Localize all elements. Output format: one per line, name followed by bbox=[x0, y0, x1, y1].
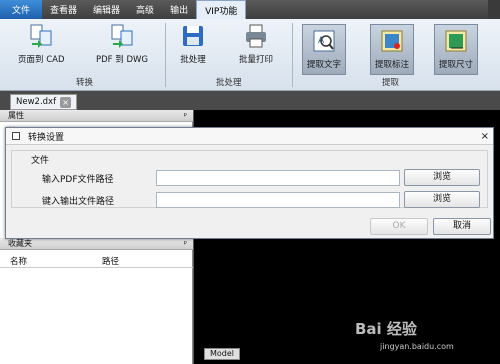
menu-vip[interactable]: VIP功能 bbox=[196, 0, 247, 19]
close-icon[interactable]: × bbox=[481, 131, 489, 142]
favorites-panel-title: 收藏夹 bbox=[8, 239, 32, 248]
document-tab-strip: New2.dxf × bbox=[0, 91, 500, 110]
group-label-convert: 转换 bbox=[76, 78, 94, 88]
extract-text-button[interactable]: A 提取文字 bbox=[302, 24, 347, 75]
extract-text-label: 提取文字 bbox=[307, 60, 342, 70]
column-header-name[interactable]: 名称 bbox=[10, 255, 27, 267]
dialog-title: 转换设置 bbox=[28, 132, 65, 143]
file-group-title: 文件 bbox=[29, 153, 52, 166]
input-pdf-label: 输入PDF文件路径 bbox=[42, 175, 114, 185]
menu-file[interactable]: 文件 bbox=[0, 0, 43, 19]
extract-text-icon: A bbox=[313, 30, 335, 52]
menu-viewer[interactable]: 查看器 bbox=[42, 0, 85, 19]
extract-annotation-button[interactable]: 提取标注 bbox=[370, 24, 415, 75]
batch-print-button[interactable]: 批量打印 bbox=[239, 23, 273, 65]
batch-process-label: 批处理 bbox=[180, 55, 206, 65]
page-to-cad-icon bbox=[30, 24, 52, 48]
extract-annotation-label: 提取标注 bbox=[375, 60, 410, 70]
watermark-url: jingyan.baidu.com bbox=[380, 342, 454, 351]
extract-size-button[interactable]: 提取尺寸 bbox=[434, 24, 479, 75]
group-separator bbox=[292, 23, 293, 87]
pin-icon[interactable]: ᵖ bbox=[184, 238, 187, 250]
batch-print-label: 批量打印 bbox=[239, 55, 274, 65]
extract-annotation-icon bbox=[381, 30, 403, 52]
menubar-end bbox=[488, 0, 500, 19]
favorites-panel-header: 收藏夹 ᵖ bbox=[0, 238, 193, 250]
pin-icon[interactable]: ᵖ bbox=[184, 110, 187, 122]
menu-bar: 文件 查看器 编辑器 高级 输出 VIP功能 bbox=[0, 0, 500, 19]
header-divider bbox=[0, 267, 193, 268]
properties-panel-header: 属性 ᵖ bbox=[0, 110, 193, 122]
batch-process-button[interactable]: 批处理 bbox=[180, 23, 206, 65]
output-path-label: 键入输出文件路径 bbox=[42, 197, 115, 207]
extract-size-icon bbox=[445, 30, 467, 52]
column-header-path[interactable]: 路径 bbox=[102, 255, 119, 267]
extract-size-label: 提取尺寸 bbox=[439, 60, 474, 70]
ribbon: 页面到 CAD PDF 到 DWG 转换 批处理 批量打印 批处理 A 提取文字… bbox=[0, 19, 500, 91]
dialog-window-icon bbox=[12, 132, 20, 140]
menu-output[interactable]: 输出 bbox=[162, 0, 196, 19]
pdf-to-dwg-button[interactable]: PDF 到 DWG bbox=[96, 23, 148, 65]
group-label-batch: 批处理 bbox=[216, 78, 242, 88]
watermark-logo: Bai 经验 bbox=[355, 320, 417, 338]
pdf-to-dwg-label: PDF 到 DWG bbox=[96, 55, 149, 65]
dialog-titlebar: 转换设置 × bbox=[6, 128, 493, 145]
browse-output-button[interactable]: 浏览 bbox=[404, 191, 480, 208]
browse-input-button[interactable]: 浏览 bbox=[404, 169, 480, 186]
close-icon[interactable]: × bbox=[60, 96, 72, 108]
output-path-field[interactable] bbox=[156, 192, 400, 208]
menu-editor[interactable]: 编辑器 bbox=[85, 0, 128, 19]
page-to-cad-label: 页面到 CAD bbox=[18, 55, 65, 65]
properties-panel-title: 属性 bbox=[8, 111, 24, 120]
group-separator bbox=[165, 23, 166, 87]
floppy-disk-icon bbox=[183, 26, 203, 46]
group-label-extract: 提取 bbox=[382, 78, 400, 88]
page-to-cad-button[interactable]: 页面到 CAD bbox=[18, 23, 65, 65]
pdf-to-dwg-icon bbox=[111, 24, 133, 48]
input-pdf-path-field[interactable] bbox=[156, 170, 400, 186]
printer-icon bbox=[246, 24, 266, 48]
cancel-button[interactable]: 取消 bbox=[433, 218, 491, 235]
tab-new2-dxf[interactable]: New2.dxf × bbox=[10, 94, 78, 110]
conversion-settings-dialog: 转换设置 × 文件 输入PDF文件路径 浏览 键入输出文件路径 浏览 OK 取消 bbox=[5, 127, 494, 239]
tab-model[interactable]: Model bbox=[204, 348, 241, 360]
tab-label: New2.dxf bbox=[16, 97, 57, 107]
app-window: 文件 查看器 编辑器 高级 输出 VIP功能 页面到 CAD PDF 到 DWG… bbox=[0, 0, 500, 364]
menu-advanced[interactable]: 高级 bbox=[128, 0, 162, 19]
ok-button[interactable]: OK bbox=[370, 218, 428, 235]
